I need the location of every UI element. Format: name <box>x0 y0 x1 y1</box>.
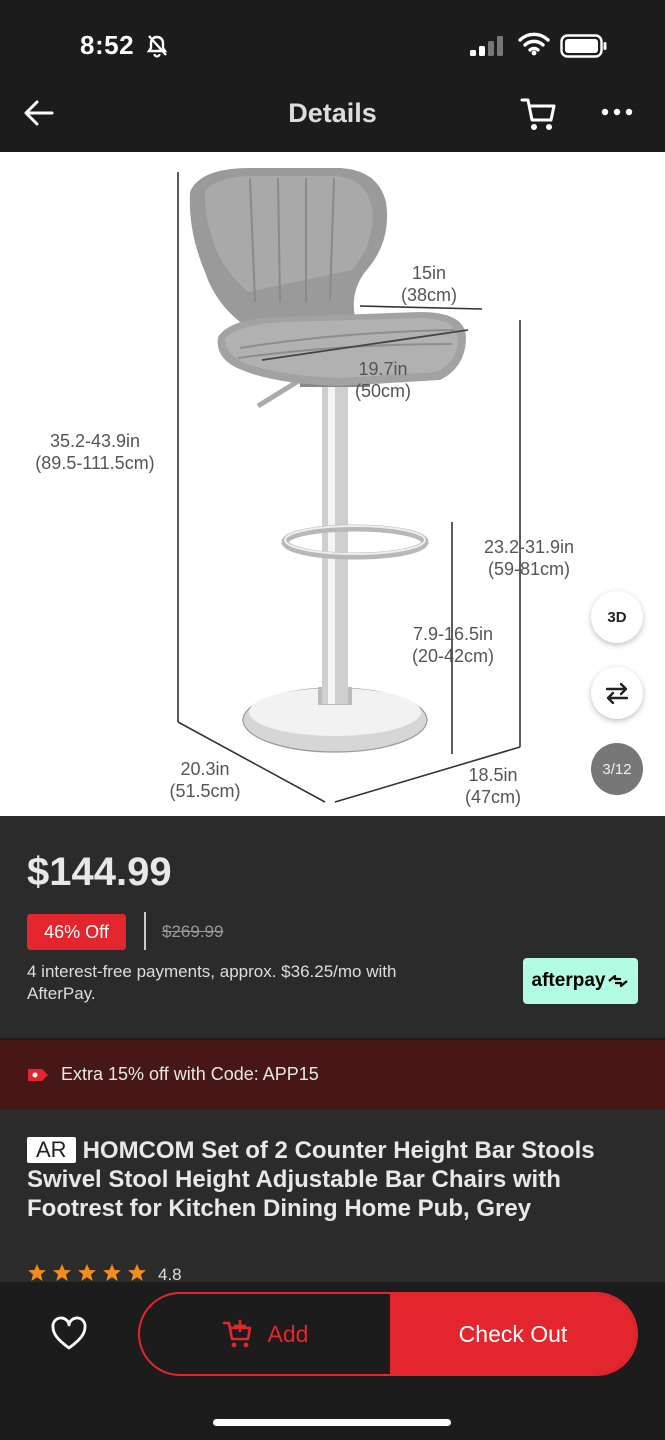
more-options-icon[interactable] <box>600 102 634 122</box>
view-3d-label: 3D <box>607 608 627 626</box>
compare-button[interactable] <box>591 667 643 719</box>
add-label: Add <box>267 1320 309 1347</box>
add-to-cart-button[interactable]: Add <box>140 1294 390 1374</box>
checkout-button[interactable]: Check Out <box>390 1294 636 1374</box>
product-title: AR HOMCOM Set of 2 Counter Height Bar Sto… <box>27 1136 642 1223</box>
page-title: Details <box>288 98 377 128</box>
heart-icon[interactable] <box>50 1316 88 1352</box>
battery-icon <box>560 34 607 58</box>
image-counter: 3/12 <box>591 743 643 795</box>
afterpay-logo-text: afterpay <box>531 970 606 991</box>
bell-muted-icon <box>146 35 168 58</box>
dim-footrest-height: 7.9-16.5in (20-42cm) <box>411 624 495 666</box>
dim-seat-height: 23.2-31.9in (59-81cm) <box>483 537 575 579</box>
dim-back-width: 15in (38cm) <box>400 263 457 305</box>
afterpay-logo[interactable]: afterpay <box>523 958 638 1004</box>
price-divider <box>144 912 146 950</box>
discount-badge: 46% Off <box>27 914 126 950</box>
add-cart-icon <box>222 1319 251 1348</box>
afterpay-arrows-icon <box>608 974 629 988</box>
dim-base-depth: 18.5in (47cm) <box>464 765 521 807</box>
purchase-button-group: Add Check Out <box>138 1292 638 1376</box>
cellular-signal-icon <box>470 36 503 56</box>
cart-icon[interactable] <box>520 96 558 132</box>
home-indicator <box>213 1419 451 1426</box>
afterpay-info: 4 interest-free payments, approx. $36.25… <box>27 962 397 1003</box>
original-price: $269.99 <box>162 922 224 941</box>
promo-text: Extra 15% off with Code: APP15 <box>61 1064 319 1084</box>
wifi-icon <box>518 32 550 56</box>
checkout-label: Check Out <box>458 1320 568 1347</box>
dim-seat-depth: 19.7in (50cm) <box>354 359 411 401</box>
rating-stars-icon <box>28 1264 146 1281</box>
status-time: 8:52 <box>80 30 135 60</box>
bar-stool-illustration <box>177 168 521 803</box>
dim-base-width: 20.3in (51.5cm) <box>169 759 241 801</box>
swap-arrows-icon <box>605 682 629 704</box>
product-title-text: HOMCOM Set of 2 Counter Height Bar Stool… <box>27 1137 595 1222</box>
coupon-tag-icon <box>28 1069 48 1081</box>
current-price: $144.99 <box>27 850 172 894</box>
view-3d-button[interactable]: 3D <box>591 591 643 643</box>
product-image[interactable]: 35.2-43.9in (89.5-111.5cm) 15in (38cm) 1… <box>0 152 665 816</box>
ar-badge: AR <box>27 1137 76 1163</box>
dim-overall-height: 35.2-43.9in (89.5-111.5cm) <box>35 431 155 473</box>
